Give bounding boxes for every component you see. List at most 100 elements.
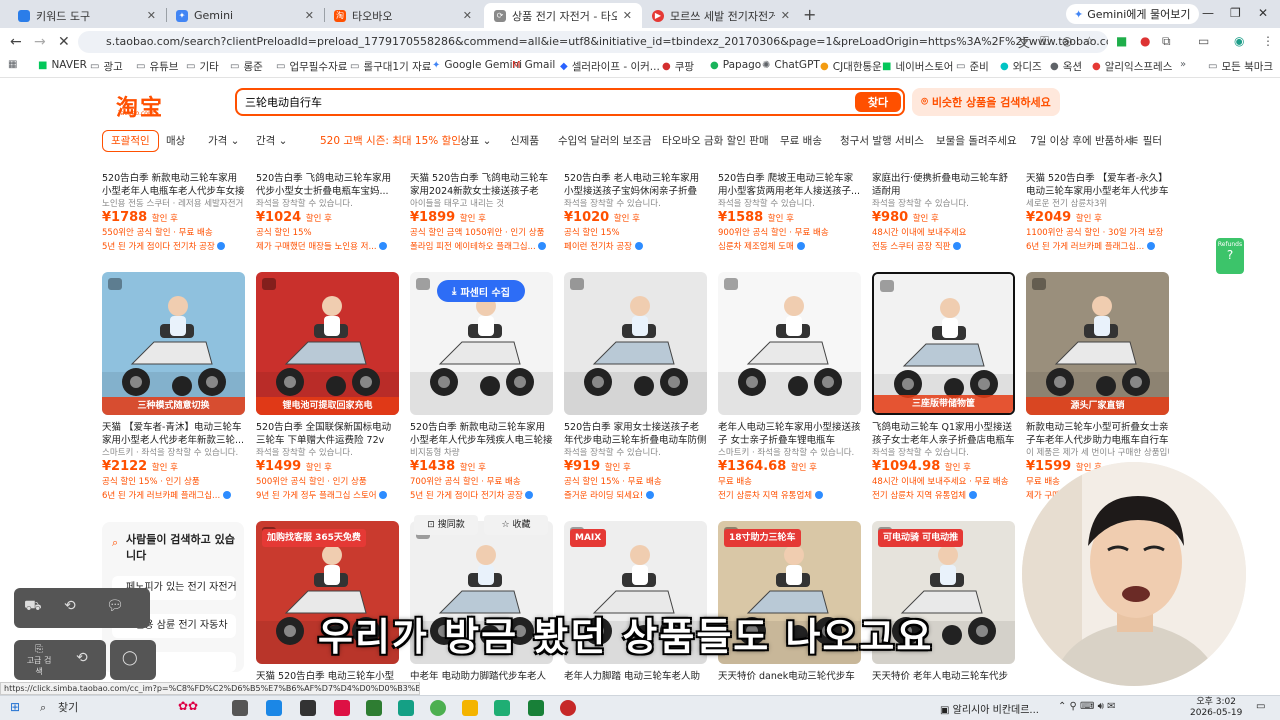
- menu-kebab-icon[interactable]: ⋮: [1262, 34, 1274, 48]
- product-image[interactable]: 三种模式随意切换: [102, 272, 245, 415]
- product-card[interactable]: 520告白季 新款电动三轮车家用小型老年人代步车残疾人电三轮接送...비지동형 …: [410, 421, 553, 503]
- bookmark-wadiz[interactable]: ● 와디즈: [1000, 59, 1042, 74]
- video-play-icon[interactable]: [262, 278, 276, 290]
- tab-search-results[interactable]: ⟳ 상품 전기 자전거 - 타오바오 ✕: [484, 3, 642, 28]
- truck-icon[interactable]: ⛟: [24, 598, 42, 616]
- refunds-widget[interactable]: Refunds?: [1216, 238, 1244, 274]
- bookmark-sellerlife[interactable]: ◆ 셀러라이프 - 이커...: [560, 59, 660, 74]
- product-card[interactable]: 飞鸽电动三轮车 Q1家用小型接送孩子女士老年人亲子折叠店电瓶车 좌석을 장착할 수…: [872, 421, 1015, 503]
- shop-name[interactable]: 6년 된 가게 러브카페 플래그십...: [1026, 241, 1169, 254]
- extensions-puzzle-icon[interactable]: ⧉: [1162, 34, 1171, 49]
- filter-price[interactable]: 가격 ⌄: [204, 130, 243, 152]
- product-card[interactable]: 天天特价 danek电动三轮代步车老年人脚踏...: [718, 670, 861, 683]
- filter-range[interactable]: 간격 ⌄: [252, 130, 291, 152]
- shop-name[interactable]: 심룬차 제조업체 도매: [718, 241, 861, 254]
- bookmark-cj[interactable]: ● CJ대한통운: [820, 59, 882, 74]
- excel-icon[interactable]: [528, 700, 544, 716]
- history-icon[interactable]: ⟲: [64, 598, 76, 614]
- more-bookmarks-icon[interactable]: »: [1180, 59, 1186, 70]
- shop-name[interactable]: 9년 된 가게 정두 플래그십 스토어: [256, 490, 399, 503]
- minimize-icon[interactable]: —: [1202, 6, 1214, 20]
- product-card[interactable]: 520告白季 新款电动三轮车家用小型老年人电瓶车老人代步车女接送...노인용 전…: [102, 172, 245, 254]
- filter-invoice[interactable]: 청구서 발행 서비스: [836, 130, 928, 152]
- product-title[interactable]: 天天特价 danek电动三轮代步车老年人脚踏...: [718, 670, 861, 683]
- windows-start-icon[interactable]: ⊞: [10, 700, 20, 714]
- tab-youtube[interactable]: ▶ 모르쓰 세발 전기자전거 성인 ✕: [642, 3, 800, 28]
- notification-icon[interactable]: ▭: [1256, 701, 1265, 712]
- taobao-logo[interactable]: 淘宝: [116, 90, 164, 122]
- product-card[interactable]: 天天特价 老年人电动三轮车代步车老年脚踏...: [872, 670, 1015, 683]
- tab-keyword-tool[interactable]: 키워드 도구 ✕: [8, 3, 166, 28]
- restore-icon[interactable]: ❐: [1230, 6, 1241, 20]
- close-tab-icon[interactable]: ✕: [463, 9, 472, 22]
- message-icon[interactable]: ◯: [122, 650, 138, 666]
- shop-name[interactable]: 6년 된 가게 러브카페 플래그십...: [102, 490, 245, 503]
- product-title[interactable]: 飞鸽电动三轮车 Q1家用小型接送孩子女士老年人亲子折叠店电瓶车: [872, 421, 1015, 447]
- shop-name[interactable]: 전기 삼륜차 지역 유통업체: [718, 490, 861, 503]
- bookmark-folder[interactable]: ▭ 롤구대1기 자료: [350, 59, 431, 74]
- translate-icon[interactable]: 文: [1018, 34, 1030, 51]
- app-icon[interactable]: [398, 700, 414, 716]
- forward-icon[interactable]: →: [34, 34, 46, 50]
- video-play-icon[interactable]: [416, 278, 430, 290]
- favorite-button[interactable]: ☆ 收藏: [484, 515, 548, 535]
- video-play-icon[interactable]: [880, 280, 894, 292]
- product-image[interactable]: 三座版带储物筐: [872, 272, 1015, 415]
- shop-name[interactable]: 즐거운 라이딩 되세요!: [564, 490, 707, 503]
- filter-comprehensive[interactable]: 포괄적인: [102, 130, 159, 152]
- product-card[interactable]: 520告白季 飞鸽电动三轮车家用代步小型女士折叠电瓶车宝妈... 좌석을 장착할 …: [256, 172, 399, 254]
- address-bar[interactable]: s.taobao.com/search?clientPreloadId=prel…: [78, 31, 1108, 53]
- product-card[interactable]: 老年人力脚踏 电动三轮车老人助力脚踏代步成人接送...: [564, 670, 707, 683]
- bookmark-star-icon[interactable]: ☆: [1084, 34, 1095, 48]
- history-icon[interactable]: ⟲: [76, 650, 88, 666]
- ask-gemini-button[interactable]: ✦ Gemini에게 물어보기: [1066, 4, 1199, 24]
- collect-button[interactable]: ⤓ 파센티 수집: [437, 280, 525, 302]
- chat-bubble-icon[interactable]: 💬︎: [106, 598, 124, 614]
- bookmark-gmail[interactable]: M Gmail: [512, 59, 555, 71]
- bookmark-folder[interactable]: ▭ 업무필수자료: [276, 59, 347, 74]
- bookmark-folder[interactable]: ▭ 광고: [90, 59, 123, 74]
- bookmark-papago[interactable]: ● Papago: [710, 59, 761, 71]
- filter-sales[interactable]: 매상: [162, 130, 189, 152]
- product-title[interactable]: 中老年 电动助力脚踏代步车老人接送孩子...: [410, 670, 553, 683]
- shop-name[interactable]: 전기 삼륜차 지역 유통업체: [872, 490, 1015, 503]
- shop-name[interactable]: 제가 구매했던 매장들 노인용 저...: [256, 241, 399, 254]
- tray-icons[interactable]: ⌃ ⚲ ⌨ 🔊︎ ✉: [1058, 701, 1116, 712]
- product-title[interactable]: 家庭出行·便携折叠电动三轮车舒适耐用: [872, 172, 1015, 198]
- file-explorer-icon[interactable]: [462, 700, 478, 716]
- product-image[interactable]: 源头厂家直销: [1026, 272, 1169, 415]
- task-view-icon[interactable]: [232, 700, 248, 716]
- video-play-icon[interactable]: [570, 278, 584, 290]
- bookmark-gemini[interactable]: ✦ Google Gemini: [432, 59, 522, 71]
- close-tab-icon[interactable]: ✕: [305, 9, 314, 22]
- product-card[interactable]: 老年人电动三轮车家用小型接送孩子 女士亲子折叠车锂电瓶车 스마트키 · 좌석을 장…: [718, 421, 861, 503]
- close-tab-icon[interactable]: ✕: [147, 9, 156, 22]
- app-icon[interactable]: [366, 700, 382, 716]
- filter-more[interactable]: ⚟ 필터: [1126, 130, 1166, 152]
- extension-red-icon[interactable]: ●: [1140, 34, 1150, 48]
- bookmark-folder[interactable]: ▭ 롱준: [230, 59, 263, 74]
- filter-subsidy[interactable]: 수입억 달러의 보조금: [554, 130, 656, 152]
- shop-name[interactable]: 페이런 전기차 공장: [564, 241, 707, 254]
- product-title[interactable]: 天天特价 老年人电动三轮车代步车老年脚踏...: [872, 670, 1015, 683]
- filter-new[interactable]: 신제품: [506, 130, 543, 152]
- close-window-icon[interactable]: ✕: [1258, 6, 1268, 20]
- app-icon[interactable]: [560, 700, 576, 716]
- product-card[interactable]: 520告白季 全国联保新国标电动三轮车 下单赠大件运费险 72v六...좌석을 …: [256, 421, 399, 503]
- product-card[interactable]: 中老年 电动助力脚踏代步车老人接送孩子...: [410, 670, 553, 683]
- app-icon[interactable]: [494, 700, 510, 716]
- close-tab-icon[interactable]: ✕: [781, 9, 790, 22]
- product-title[interactable]: 天猫 【爱车者-青沐】电动三轮车家用小型老人代步老年新款三轮...: [102, 421, 245, 447]
- extension-green-icon[interactable]: ■: [1116, 34, 1127, 48]
- product-title[interactable]: 520告白季 飞鸽电动三轮车家用代步小型女士折叠电瓶车宝妈...: [256, 172, 399, 198]
- back-icon[interactable]: ←: [10, 34, 22, 50]
- product-title[interactable]: 520告白季 爬坡王电动三轮车家用小型客货两用老年人接送孩子...: [718, 172, 861, 198]
- product-card[interactable]: 天猫 【爱车者-青沐】电动三轮车家用小型老人代步老年新款三轮... 스마트키 · …: [102, 421, 245, 503]
- sidepanel-icon[interactable]: ▭: [1198, 34, 1209, 48]
- chrome-icon[interactable]: [430, 700, 446, 716]
- video-play-icon[interactable]: [108, 278, 122, 290]
- clock[interactable]: 오후 3:02 2026-05-19: [1190, 697, 1242, 719]
- product-title[interactable]: 老年人电动三轮车家用小型接送孩子 女士亲子折叠车锂电瓶车: [718, 421, 861, 447]
- product-card[interactable]: 520告白季 家用女士接送孩子老年代步电动三轮车折叠电动车防侧翻...좌석을 장…: [564, 421, 707, 503]
- news-widget[interactable]: ▣ 알리시아 비칸데르...: [940, 701, 1039, 716]
